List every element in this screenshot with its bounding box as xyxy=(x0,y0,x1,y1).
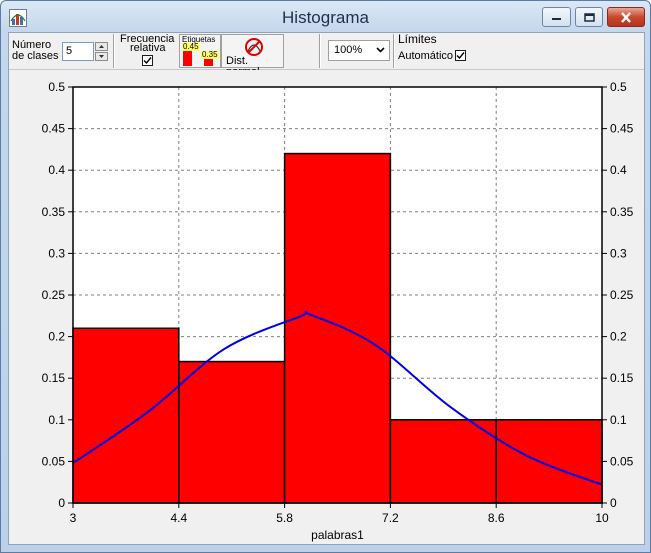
y-tick-label-right: 0 xyxy=(610,496,617,510)
y-tick-label-right: 0.25 xyxy=(610,288,634,302)
x-axis-label: palabras1 xyxy=(311,528,364,542)
y-tick-label-left: 0.1 xyxy=(48,413,65,427)
histogram-bar[interactable] xyxy=(389,419,497,504)
y-tick-label-right: 0.15 xyxy=(610,371,634,385)
histogram-bar[interactable] xyxy=(495,419,603,504)
triangle-down-icon xyxy=(99,55,104,58)
limits-label: Límites xyxy=(398,32,437,46)
toolbar-separator xyxy=(319,34,321,68)
y-tick-label-left: 0.05 xyxy=(42,454,66,468)
y-tick-label-left: 0.35 xyxy=(42,205,66,219)
num-classes-input[interactable]: 5 xyxy=(62,42,94,61)
histogram-chart[interactable]: 0 0 0.05 0.05 0.1 0.1 0.15 0.15 0.2 0.2 0.25 0.25 0.… xyxy=(9,70,644,544)
labels-icon-value-b: 0.35 xyxy=(201,50,219,59)
x-tick-label: 5.8 xyxy=(276,511,293,525)
window-client: Número de clases 5 Frecuencia relativa E… xyxy=(8,32,645,545)
minimize-icon xyxy=(552,18,561,20)
normal-distribution-disabled-icon xyxy=(245,38,263,56)
title-bar[interactable]: Histograma xyxy=(1,1,650,35)
x-tick-label: 3 xyxy=(70,511,77,525)
y-tick-label-left: 0.2 xyxy=(48,330,65,344)
y-tick-label-left: 0 xyxy=(58,496,65,510)
y-tick-label-right: 0.45 xyxy=(610,122,634,136)
freq-rel-label-line2: relativa xyxy=(130,42,166,54)
chevron-down-icon xyxy=(376,47,385,53)
y-tick-label-right: 0.2 xyxy=(610,330,627,344)
histogram-bar[interactable] xyxy=(283,152,392,504)
checkmark-icon xyxy=(456,52,465,60)
triangle-up-icon xyxy=(99,45,104,48)
spin-down-button[interactable] xyxy=(95,52,108,61)
histogram-window: Histograma Número de clases 5 Frecuencia… xyxy=(0,0,651,553)
chart-area: 0 0 0.05 0.05 0.1 0.1 0.15 0.15 0.2 0.2 0.25 0.25 0.… xyxy=(9,70,644,544)
toolbar-separator xyxy=(113,34,115,68)
x-tick-label: 4.4 xyxy=(170,511,187,525)
spin-up-button[interactable] xyxy=(95,42,108,51)
labels-icon-value-a: 0.45 xyxy=(182,42,200,51)
y-tick-label-right: 0.1 xyxy=(610,413,627,427)
zoom-select-value: 100% xyxy=(334,44,363,56)
y-tick-label-left: 0.45 xyxy=(42,122,66,136)
close-button[interactable] xyxy=(607,7,645,27)
y-tick-label-right: 0.3 xyxy=(610,246,627,260)
y-tick-label-right: 0.05 xyxy=(610,454,634,468)
y-tick-label-right: 0.35 xyxy=(610,205,634,219)
freq-rel-checkbox[interactable] xyxy=(142,55,153,66)
y-tick-label-right: 0.5 xyxy=(610,80,627,94)
histogram-bar[interactable] xyxy=(178,360,286,504)
close-icon xyxy=(621,11,631,23)
normal-distribution-button[interactable]: Dist. normal xyxy=(221,34,284,78)
y-tick-label-left: 0.25 xyxy=(42,288,66,302)
y-tick-label-right: 0.4 xyxy=(610,163,627,177)
x-tick-label: 7.2 xyxy=(382,511,399,525)
checkmark-icon xyxy=(143,57,152,65)
x-tick-label: 8.6 xyxy=(488,511,505,525)
num-classes-label-line2: de clases xyxy=(12,50,59,62)
toolbar: Número de clases 5 Frecuencia relativa E… xyxy=(9,32,644,78)
y-tick-label-left: 0.15 xyxy=(42,371,66,385)
maximize-button[interactable] xyxy=(575,7,603,27)
histogram-bar[interactable] xyxy=(72,327,180,504)
zoom-select[interactable]: 100% xyxy=(328,40,390,61)
toolbar-separator xyxy=(393,34,395,68)
num-classes-spinner[interactable] xyxy=(95,42,108,61)
auto-limits-checkbox[interactable] xyxy=(455,50,466,61)
minimize-button[interactable] xyxy=(542,7,571,27)
y-tick-label-left: 0.3 xyxy=(48,246,65,260)
labels-toggle-button[interactable]: Etiquetas 0.45 0.35 xyxy=(179,34,221,68)
y-tick-label-left: 0.5 xyxy=(48,80,65,94)
y-tick-label-left: 0.4 xyxy=(48,163,65,177)
maximize-icon xyxy=(583,12,595,22)
x-tick-label: 10 xyxy=(595,511,609,525)
auto-limits-label: Automático xyxy=(398,50,454,62)
